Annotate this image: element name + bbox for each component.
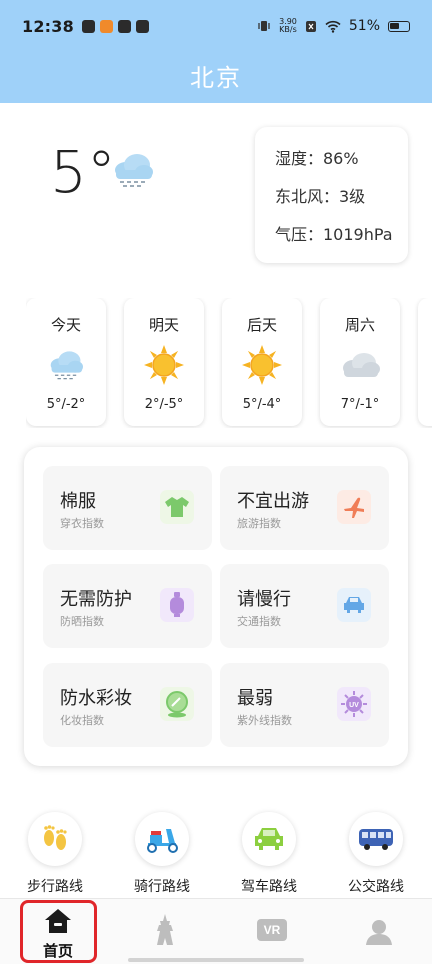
bottle-icon (160, 588, 194, 622)
forecast-card[interactable]: 周六 7°/-1° (320, 298, 400, 426)
route-ride[interactable]: 骑行路线 (122, 812, 202, 896)
mirror-icon (160, 687, 194, 721)
video-app-icon (81, 19, 95, 33)
index-item-clothing[interactable]: 棉服 穿衣指数 (43, 466, 212, 550)
index-item-uv[interactable]: 最弱 紫外线指数 UV (220, 663, 389, 747)
bus-icon (349, 812, 403, 866)
message-app-icon (135, 19, 149, 33)
life-index-card: 棉服 穿衣指数 不宜出游 旅游指数 无需防护 防晒指数 请慢行 交通指数 防水彩… (24, 447, 408, 766)
city-title: 北京 (190, 64, 242, 92)
nav-attractions[interactable] (111, 899, 219, 964)
airplane-icon (337, 490, 371, 524)
nav-home[interactable]: 首页 (4, 899, 112, 964)
uv-icon: UV (337, 687, 371, 721)
link-app-icon (117, 19, 131, 33)
car-icon (242, 812, 296, 866)
sun-icon (124, 339, 204, 391)
forecast-card[interactable]: 今天 5°/-2° (26, 298, 106, 426)
notification-icons (81, 19, 149, 33)
current-temperature: 5° (50, 138, 116, 206)
route-walk[interactable]: 步行路线 (15, 812, 95, 896)
status-bar: 12:38 3.90 KB/s 51% (0, 0, 432, 52)
forecast-range: 5°/-4° (242, 397, 282, 412)
network-speed: 3.90 KB/s (279, 17, 297, 34)
bottom-nav: 首页 VR (0, 898, 432, 964)
battery-percent: 51% (348, 18, 380, 34)
vr-icon: VR (257, 919, 287, 941)
snow-cloud-icon (26, 339, 106, 391)
shop-app-icon (99, 19, 113, 33)
wifi-icon (325, 20, 341, 33)
forecast-range: 2°/-5° (144, 397, 184, 412)
humidity-text: 湿度：86% (275, 149, 359, 168)
vibrate-icon (258, 21, 270, 31)
index-item-sunscreen[interactable]: 无需防护 防晒指数 (43, 564, 212, 648)
nav-profile[interactable] (325, 899, 432, 964)
route-drive[interactable]: 驾车路线 (229, 812, 309, 896)
pressure-text: 气压：1019hPa (275, 225, 393, 244)
index-item-makeup[interactable]: 防水彩妆 化妆指数 (43, 663, 212, 747)
sun-icon (222, 339, 302, 391)
forecast-range: 5°/-2° (46, 397, 86, 412)
footprints-icon (28, 812, 82, 866)
nav-vr[interactable]: VR (218, 899, 326, 964)
nav-home-label: 首页 (42, 942, 73, 960)
tower-icon (157, 914, 173, 945)
forecast-strip[interactable]: 今天 5°/-2° 明天 2°/-5° 后天 5°/-4° 周六 7°/-1° (26, 298, 432, 428)
svg-text:UV: UV (349, 702, 359, 709)
index-item-traffic[interactable]: 请慢行 交通指数 (220, 564, 389, 648)
forecast-range: 7°/-1° (340, 397, 380, 412)
snow-cloud-icon (110, 150, 156, 194)
scooter-icon (135, 812, 189, 866)
cloudy-icon (320, 339, 400, 391)
sim-icon (305, 20, 316, 32)
shirt-icon (160, 490, 194, 524)
battery-icon (388, 20, 410, 32)
wind-text: 东北风：3级 (275, 187, 366, 206)
route-bus[interactable]: 公交路线 (336, 812, 416, 896)
forecast-day: 后天 (246, 316, 277, 334)
profile-icon (366, 920, 392, 945)
forecast-card[interactable]: 后天 5°/-4° (222, 298, 302, 426)
forecast-day: 明天 (148, 316, 179, 334)
forecast-day: 今天 (50, 316, 81, 334)
forecast-card[interactable]: 明天 2°/-5° (124, 298, 204, 426)
home-icon (45, 909, 71, 933)
index-item-travel[interactable]: 不宜出游 旅游指数 (220, 466, 389, 550)
forecast-day: 周六 (344, 316, 375, 334)
forecast-card[interactable] (418, 298, 432, 426)
weather-detail-card: 湿度：86% 东北风：3级 气压：1019hPa (255, 127, 408, 263)
car-icon (337, 588, 371, 622)
status-time: 12:38 (22, 16, 74, 36)
gesture-bar (128, 958, 304, 962)
